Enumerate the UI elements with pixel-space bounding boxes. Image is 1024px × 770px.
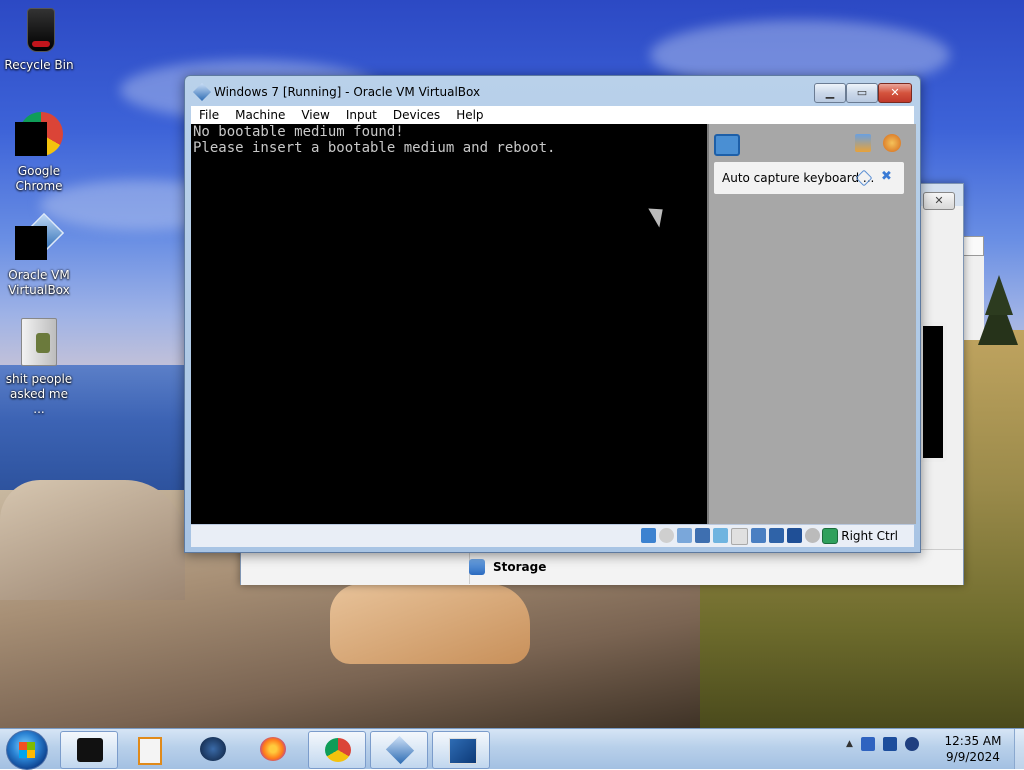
console-line: No bootable medium found! bbox=[193, 124, 404, 140]
notification-item[interactable]: Auto capture keyboard ... ✖ bbox=[714, 162, 904, 194]
virtualbox-icon bbox=[15, 212, 65, 264]
details-pane bbox=[241, 549, 963, 585]
show-hidden-icons-icon[interactable]: ▲ bbox=[846, 739, 853, 749]
taskbar-app-1[interactable] bbox=[60, 731, 118, 769]
clock[interactable]: 12:35 AM 9/9/2024 bbox=[936, 733, 1010, 765]
storage-label: Storage bbox=[493, 560, 547, 574]
show-desktop-button[interactable] bbox=[1014, 729, 1024, 769]
virtualbox-icon bbox=[192, 82, 212, 102]
taskbar-app-2[interactable] bbox=[122, 731, 178, 767]
menu-view[interactable]: View bbox=[293, 106, 337, 124]
network-icon[interactable] bbox=[882, 737, 897, 751]
console-output: No bootable medium found! Please insert a… bbox=[193, 124, 555, 156]
globe-icon bbox=[200, 737, 226, 761]
notification-panel: Auto capture keyboard ... ✖ bbox=[707, 124, 916, 524]
taskbar-app-chrome[interactable] bbox=[308, 731, 366, 769]
recording-icon[interactable] bbox=[769, 528, 784, 543]
desktop-icon-label: Oracle VM VirtualBox bbox=[8, 268, 70, 297]
host-key-label: Right Ctrl bbox=[841, 529, 898, 543]
virtualbox-tray-icon[interactable] bbox=[860, 737, 875, 751]
keyboard-capture-icon bbox=[822, 528, 839, 544]
desktop-icon-recycle-bin[interactable]: Recycle Bin bbox=[1, 4, 77, 73]
desktop-icon-label: shit people asked me ... bbox=[5, 372, 73, 416]
menu-machine[interactable]: Machine bbox=[227, 106, 293, 124]
close-button[interactable]: ✕ bbox=[878, 83, 912, 103]
clock-date: 9/9/2024 bbox=[946, 750, 1000, 764]
storage-icon bbox=[469, 559, 485, 575]
black-app-icon bbox=[77, 738, 103, 762]
clear-all-icon[interactable] bbox=[883, 134, 901, 152]
notification-text: Auto capture keyboard ... bbox=[722, 171, 875, 185]
hard-disk-icon[interactable] bbox=[641, 528, 656, 543]
desktop-icon-label: Google Chrome bbox=[15, 164, 63, 193]
menu-input[interactable]: Input bbox=[338, 106, 385, 124]
recycle-bin-icon bbox=[15, 4, 63, 54]
tree bbox=[985, 275, 1013, 315]
cpu-icon[interactable] bbox=[787, 528, 802, 543]
vm-preview-thumbnail bbox=[919, 322, 947, 462]
windows-logo-icon bbox=[19, 742, 35, 758]
menu-help[interactable]: Help bbox=[448, 106, 491, 124]
usb-icon[interactable] bbox=[713, 528, 728, 543]
mouse-integration-icon[interactable] bbox=[805, 528, 820, 543]
taskbar-app-windows7-vm[interactable] bbox=[432, 731, 490, 769]
windows7-vm-icon bbox=[449, 738, 477, 764]
taskbar: ▲ 12:35 AM 9/9/2024 bbox=[0, 728, 1024, 770]
storage-section-header[interactable]: Storage bbox=[469, 556, 546, 578]
network-icon[interactable] bbox=[695, 528, 710, 543]
rock bbox=[0, 480, 185, 600]
desktop-icon-google-chrome[interactable]: Google Chrome bbox=[1, 110, 77, 194]
menu-file[interactable]: File bbox=[191, 106, 227, 124]
taskbar-app-3[interactable] bbox=[184, 731, 240, 767]
clock-time: 12:35 AM bbox=[944, 734, 1002, 748]
taskbar-app-virtualbox[interactable] bbox=[370, 731, 428, 769]
shared-folders-icon[interactable] bbox=[731, 528, 748, 545]
close-button[interactable]: ✕ bbox=[923, 192, 955, 210]
chrome-icon bbox=[15, 110, 63, 160]
menu-bar: File Machine View Input Devices Help bbox=[191, 106, 914, 124]
system-tray: ▲ bbox=[846, 737, 919, 751]
optical-drive-icon[interactable] bbox=[659, 528, 674, 543]
media-player-icon bbox=[138, 737, 162, 765]
rock bbox=[330, 584, 530, 664]
desktop-icon-label: Recycle Bin bbox=[4, 58, 74, 72]
mouse-pointer-icon bbox=[648, 202, 670, 228]
desktop-icon-virtualbox[interactable]: Oracle VM VirtualBox bbox=[1, 212, 77, 298]
window-title: Windows 7 [Running] - Oracle VM VirtualB… bbox=[214, 85, 481, 99]
host-key-indicator[interactable]: Right Ctrl bbox=[822, 528, 898, 544]
notification-center-icon[interactable] bbox=[714, 134, 740, 156]
display-icon[interactable] bbox=[751, 528, 766, 543]
title-bar[interactable]: Windows 7 [Running] - Oracle VM VirtualB… bbox=[185, 76, 920, 106]
chrome-icon bbox=[325, 738, 351, 762]
volume-icon[interactable] bbox=[904, 737, 919, 751]
firefox-icon bbox=[260, 737, 286, 761]
device-indicators bbox=[641, 528, 820, 545]
audio-icon[interactable] bbox=[677, 528, 692, 543]
maximize-button[interactable]: ▭ bbox=[846, 83, 878, 103]
virtualbox-icon bbox=[385, 735, 415, 765]
menu-devices[interactable]: Devices bbox=[385, 106, 448, 124]
desktop-icon-file[interactable]: shit people asked me ... bbox=[1, 318, 77, 417]
status-bar: Right Ctrl bbox=[191, 524, 914, 547]
taskbar-app-firefox[interactable] bbox=[244, 731, 300, 767]
dismiss-icon[interactable]: ✖ bbox=[881, 169, 892, 184]
start-button[interactable] bbox=[6, 730, 48, 770]
vm-window[interactable]: Windows 7 [Running] - Oracle VM VirtualB… bbox=[184, 75, 921, 553]
sort-icon[interactable] bbox=[855, 134, 871, 152]
minimize-button[interactable]: ▁ bbox=[814, 83, 846, 103]
console-line: Please insert a bootable medium and rebo… bbox=[193, 140, 556, 156]
vm-display[interactable]: No bootable medium found! Please insert a… bbox=[191, 124, 707, 524]
file-icon bbox=[15, 318, 63, 368]
